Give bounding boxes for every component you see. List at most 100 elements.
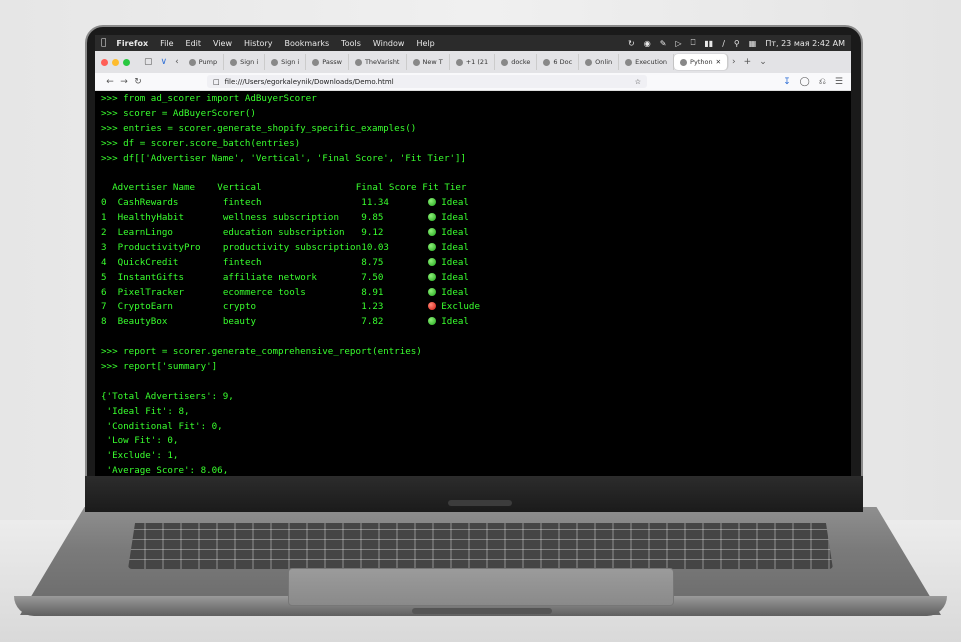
column-header: Vertical [217, 182, 262, 194]
menubar-app-name[interactable]: Firefox [116, 39, 148, 48]
console-prompt: >>> [101, 137, 118, 149]
input-source-icon[interactable]: ⎕ [691, 38, 696, 48]
pocket-icon[interactable]: ∨ [161, 57, 168, 67]
forward-arrow-icon[interactable]: → [117, 77, 131, 87]
console-prompt: >>> [101, 107, 118, 119]
red-circle-icon [427, 302, 436, 311]
advertiser-name-cell: HealthyHabit [117, 212, 184, 224]
console-prompt: >>> [101, 93, 118, 104]
laptop-screen:  Firefox File Edit View History Bookmar… [95, 35, 851, 476]
row-index: 6 [101, 286, 107, 298]
tab-label: docke [511, 58, 531, 66]
column-header: Advertiser Name [112, 182, 196, 194]
tabs-forward-chevron-icon[interactable]: › [732, 57, 736, 67]
firefox-icon [412, 58, 420, 66]
menu-view[interactable]: View [213, 39, 232, 48]
table-row: 7 CryptoEarn crypto 1.23 Exclude [101, 300, 851, 315]
browser-tab[interactable]: TheVarisht [349, 54, 407, 70]
menu-file[interactable]: File [160, 39, 173, 48]
toolbar-actions: ↧ ◯ ⎌ ☰ [783, 77, 851, 87]
green-circle-icon [427, 213, 436, 222]
row-index: 5 [101, 271, 107, 283]
minimize-window-button[interactable] [112, 58, 119, 66]
summary-line: 'Ideal Fit': 8, [101, 405, 190, 417]
row-index: 8 [101, 316, 107, 328]
console-command-line: >>> scorer = AdBuyerScorer() [101, 107, 851, 122]
table-row: 4 QuickCredit fintech 8.75 Ideal [101, 256, 851, 271]
browser-tab[interactable]: +1 (21 [450, 54, 496, 70]
control-center-icon[interactable]: ▦ [749, 39, 757, 48]
row-index: 1 [101, 212, 107, 224]
vertical-cell: beauty [222, 316, 257, 328]
menubar-datetime[interactable]: Пт, 23 мая 2:42 AM [765, 39, 845, 48]
browser-tab[interactable]: Execution [619, 54, 675, 70]
close-window-button[interactable] [101, 58, 108, 66]
url-bar[interactable]: □ file:///Users/egorkaleynik/Downloads/D… [207, 75, 647, 88]
laptop-keyboard [128, 523, 833, 569]
menu-edit[interactable]: Edit [186, 39, 202, 48]
table-row: 1 HealthyHabit wellness subscription 9.85 I… [101, 211, 851, 226]
menu-history[interactable]: History [244, 39, 272, 48]
browser-tab[interactable]: docke [495, 54, 538, 70]
final-score-cell: 11.34 [361, 197, 389, 209]
laptop-trackpad [288, 568, 674, 606]
row-index: 7 [101, 301, 107, 313]
menu-help[interactable]: Help [416, 39, 434, 48]
media-icon[interactable]: ▷ [675, 39, 681, 48]
console-command-text: entries = scorer.generate_shopify_specif… [117, 122, 417, 134]
menu-window[interactable]: Window [373, 39, 405, 48]
bookmark-star-icon[interactable]: ☆ [635, 78, 641, 86]
browser-tab[interactable]: New T [407, 54, 450, 70]
page-icon [354, 58, 362, 66]
tab-overview-icon[interactable]: ▢ [144, 57, 153, 67]
table-row: 3 ProductivityPro productivity subscriptio… [101, 241, 851, 256]
google-icon [230, 58, 238, 66]
pen-icon[interactable]: ✎ [660, 39, 667, 48]
page-icon [625, 58, 633, 66]
vertical-cell: wellness subscription [222, 212, 339, 224]
url-text[interactable]: file:///Users/egorkaleynik/Downloads/Dem… [225, 78, 394, 86]
extensions-icon[interactable]: ⎌ [819, 77, 826, 87]
menu-tools[interactable]: Tools [341, 39, 361, 48]
console-command-text: from ad_scorer import AdBuyerScorer [117, 93, 317, 104]
console-prompt: >>> [101, 122, 118, 134]
menu-bookmarks[interactable]: Bookmarks [284, 39, 329, 48]
search-icon[interactable]: ⚲ [734, 39, 740, 48]
tab-list-chevron-icon[interactable]: ⌄ [759, 57, 767, 67]
zoom-window-button[interactable] [123, 58, 130, 66]
page-icon: □ [213, 77, 220, 86]
tab-label: New T [422, 58, 443, 66]
shield-icon[interactable]: ◉ [644, 39, 651, 48]
browser-tab[interactable]: Python ✕ [674, 54, 729, 70]
bluetooth-icon[interactable]: ∕ [722, 39, 725, 48]
account-icon[interactable]: ◯ [800, 77, 810, 87]
browser-tab[interactable]: Pump [183, 54, 225, 70]
close-tab-icon[interactable]: ✕ [716, 58, 721, 66]
tabs-back-chevron-icon[interactable]: ‹ [175, 57, 179, 67]
menu-icon[interactable]: ☰ [835, 77, 843, 87]
browser-tab[interactable]: 6 Doc [537, 54, 580, 70]
sync-icon[interactable]: ↻ [628, 39, 635, 48]
console-command-line: >>> report['summary'] [101, 360, 851, 375]
fit-tier-cell: Ideal [435, 316, 469, 328]
browser-tab[interactable]: Sign i [224, 54, 266, 70]
green-circle-icon [427, 257, 436, 266]
row-index: 2 [101, 227, 107, 239]
back-arrow-icon[interactable]: ← [103, 77, 117, 87]
apple-icon[interactable]:  [101, 38, 106, 48]
table-row: 6 PixelTracker ecommerce tools 8.91 Ideal [101, 286, 851, 301]
download-icon[interactable]: ↧ [783, 77, 791, 87]
console-prompt: >>> [101, 346, 118, 358]
new-tab-icon[interactable]: + [744, 57, 752, 67]
browser-tab[interactable]: Onlin [579, 54, 620, 70]
browser-tab[interactable]: Sign i [265, 54, 307, 70]
column-header: Final Score [355, 182, 417, 194]
table-row: 0 CashRewards fintech 11.34 Ideal [101, 196, 851, 211]
tab-label: Python [690, 58, 713, 66]
battery-icon[interactable]: ▮▮ [704, 39, 713, 48]
reload-icon[interactable]: ↻ [131, 77, 145, 87]
advertiser-name-cell: CashRewards [117, 197, 179, 209]
browser-tab[interactable]: Passw [306, 54, 349, 70]
